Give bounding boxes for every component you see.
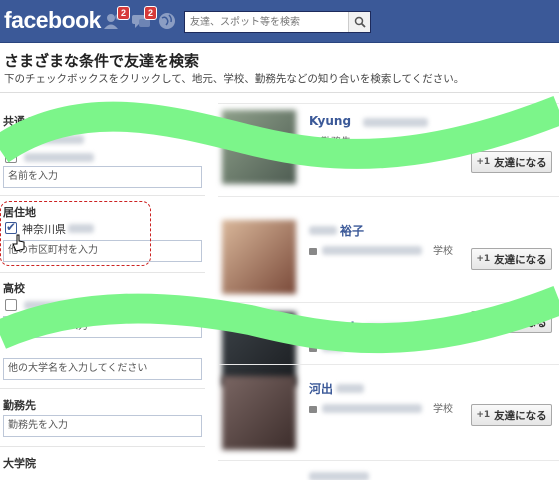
high-school-name <box>24 301 104 310</box>
result-name-blurred <box>363 118 428 127</box>
filter-separator <box>0 388 205 389</box>
high-school-input[interactable]: 他の高校名を入力 <box>3 316 202 338</box>
add-friend-icon: +1 <box>476 410 491 420</box>
filter-separator <box>0 195 205 196</box>
facebook-logo[interactable]: facebook <box>4 7 101 34</box>
add-friend-icon: +1 <box>476 157 491 167</box>
friend-requests-jewel[interactable]: 2 <box>103 6 130 32</box>
search-icon <box>354 16 366 28</box>
friend-requests-badge: 2 <box>116 6 130 20</box>
result-name[interactable]: 裕子 <box>340 222 364 239</box>
add-friend-button[interactable]: +1 友達になる <box>471 311 552 333</box>
result-name-blurred <box>309 226 337 235</box>
top-bar: facebook 2 2 <box>0 0 559 43</box>
result-meta: 学校 <box>309 400 453 415</box>
mutual-friend-name-2 <box>24 153 94 162</box>
school-icon <box>309 405 317 413</box>
school-icon <box>309 344 317 352</box>
header-divider <box>0 92 559 93</box>
result-meta: 大学 <box>309 339 371 354</box>
add-friend-icon: +1 <box>476 254 491 264</box>
page-subtitle: 下のチェックボックスをクリックして、地元、学校、勤務先などの知り合いを検索してく… <box>4 73 465 85</box>
result-meta: 勤務先: <box>309 133 354 148</box>
add-friend-button[interactable]: +1 友達になる <box>471 151 552 173</box>
filter-separator <box>0 446 205 447</box>
search-button[interactable] <box>348 12 370 32</box>
result-name-blurred <box>366 324 428 333</box>
result-separator <box>218 302 559 303</box>
result-name[interactable]: Kyung <box>309 114 351 128</box>
high-school-checkbox[interactable] <box>5 299 17 311</box>
filter-separator <box>0 272 205 273</box>
result-photo[interactable] <box>222 376 296 450</box>
result-photo[interactable] <box>222 220 296 294</box>
result-separator <box>218 103 559 104</box>
result-name-blurred <box>336 384 364 393</box>
mutual-friend-name-1 <box>24 135 84 144</box>
search-input[interactable] <box>185 12 348 32</box>
mutual-friend-checkbox-1[interactable] <box>5 133 17 145</box>
grad-school-label: 大学院 <box>3 457 36 470</box>
globe-icon <box>159 13 175 29</box>
result-meta: 学校 <box>309 242 453 257</box>
result-name[interactable]: Kensuke <box>309 320 366 334</box>
result-photo[interactable] <box>222 110 296 184</box>
add-friend-button[interactable]: +1 友達になる <box>471 248 552 270</box>
result-separator <box>218 196 559 197</box>
briefcase-icon <box>309 138 317 146</box>
high-school-label: 高校 <box>3 282 25 295</box>
workplace-input[interactable]: 勤務先を入力 <box>3 415 202 437</box>
result-name-blurred <box>309 472 369 480</box>
result-separator <box>218 460 559 461</box>
result-name[interactable]: 河出 <box>309 380 333 397</box>
mouse-cursor-icon <box>12 234 25 252</box>
workplace-label: 勤務先 <box>3 399 36 412</box>
mutual-friend-checkbox-2[interactable] <box>5 151 17 163</box>
search-box <box>184 11 371 33</box>
messages-jewel[interactable]: 2 <box>130 6 157 32</box>
mutual-friend-input[interactable]: 名前を入力 <box>3 166 202 188</box>
notifications-jewel[interactable] <box>156 10 178 32</box>
result-photo[interactable] <box>222 312 296 386</box>
add-friend-icon: +1 <box>476 317 491 327</box>
result-separator <box>218 364 559 365</box>
mutual-friends-label: 共通の友達 <box>3 115 58 128</box>
school-icon <box>309 247 317 255</box>
add-friend-button[interactable]: +1 友達になる <box>471 404 552 426</box>
university-input[interactable]: 他の大学名を入力してください <box>3 358 202 380</box>
page-title: さまざまな条件で友達を検索 <box>4 52 200 70</box>
